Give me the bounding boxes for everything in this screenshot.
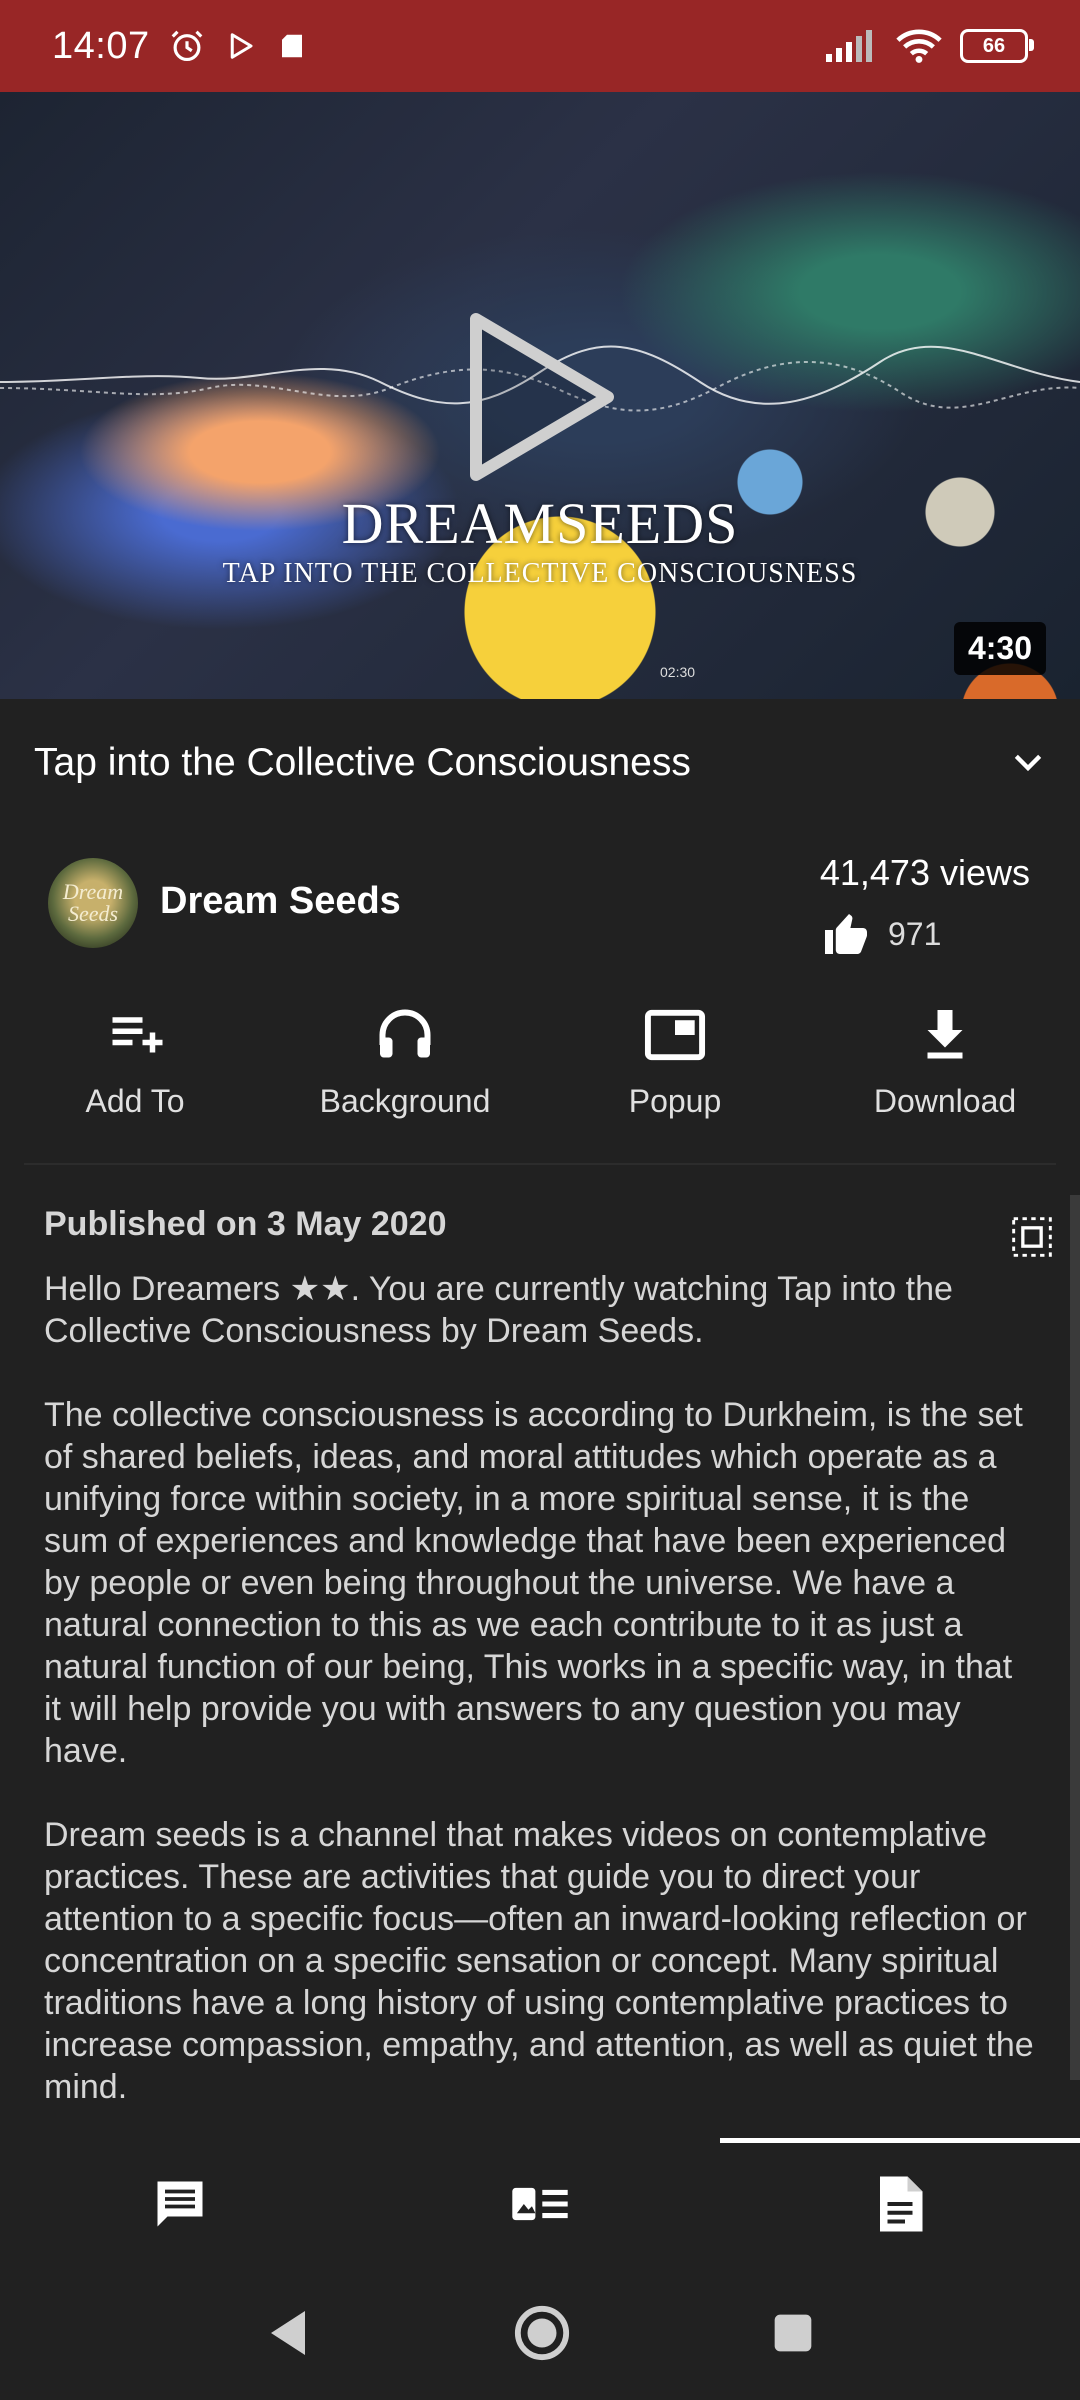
publish-date: Published on 3 May 2020: [44, 1205, 447, 1243]
background-label: Background: [319, 1083, 491, 1119]
channel-name[interactable]: Dream Seeds: [160, 880, 401, 923]
playlist-add-icon: [112, 1017, 163, 1053]
chevron-down-icon[interactable]: [1008, 743, 1048, 783]
tab-comments[interactable]: [0, 2174, 360, 2234]
tab-related[interactable]: [360, 2182, 720, 2226]
headphones-icon: [379, 1009, 431, 1058]
video-overlay-timestamp: 02:30: [660, 664, 696, 680]
channel-row: Dream Seeds Dream Seeds 41,473 views 971: [0, 840, 1080, 980]
action-bar: Add To Background Popup Download: [0, 1005, 1080, 1165]
home-icon[interactable]: [513, 2304, 571, 2362]
description-paragraph: Dream seeds is a channel that makes vide…: [44, 1816, 1034, 2106]
card-icon: [281, 34, 302, 58]
thumbs-up-icon: [825, 914, 867, 954]
wifi-icon: [896, 29, 942, 63]
battery-level: 66: [982, 34, 1006, 57]
video-title-row[interactable]: Tap into the Collective Consciousness: [0, 699, 1080, 827]
popup-button[interactable]: Popup: [540, 1005, 810, 1165]
background-button[interactable]: Background: [270, 1005, 540, 1165]
related-items-icon: [512, 2187, 568, 2221]
video-overlay-title: DREAMSEEDS: [341, 491, 739, 556]
tab-description[interactable]: [720, 2174, 1080, 2234]
signal-icon: [826, 30, 872, 62]
add-to-button[interactable]: Add To: [0, 1005, 270, 1165]
play-icon[interactable]: [462, 307, 622, 487]
download-button[interactable]: Download: [810, 1005, 1080, 1165]
duration-badge: 4:30: [953, 622, 1046, 675]
avatar[interactable]: Dream Seeds: [48, 858, 138, 948]
alarm-icon: [171, 30, 202, 62]
battery-icon: 66: [960, 29, 1034, 63]
system-nav-bar: [0, 2265, 1080, 2400]
popup-icon: [644, 1009, 706, 1061]
video-player[interactable]: DREAMSEEDS TAP INTO THE COLLECTIVE CONSC…: [0, 92, 1080, 699]
video-title: Tap into the Collective Consciousness: [34, 741, 691, 784]
comments-icon: [157, 2181, 203, 2227]
description-paragraph: Hello Dreamers ★★. You are currently wat…: [44, 1270, 953, 1350]
status-time: 14:07: [52, 24, 150, 67]
status-bar: 14:07 66: [0, 0, 1080, 92]
bottom-tab-bar: [0, 2143, 1080, 2265]
description-section: Published on 3 May 2020 Hello Dreamers ★…: [44, 1205, 1052, 2168]
description-paragraph: The collective consciousness is accordin…: [44, 1396, 1023, 1770]
back-icon[interactable]: [265, 2307, 313, 2359]
scrollbar[interactable]: [1070, 1195, 1080, 2080]
download-label: Download: [873, 1083, 1017, 1119]
divider: [24, 1163, 1056, 1165]
download-icon: [927, 1010, 963, 1059]
description-text: Hello Dreamers ★★. You are currently wat…: [44, 1268, 1034, 2168]
description-icon: [880, 2176, 923, 2232]
add-to-label: Add To: [85, 1083, 185, 1119]
like-count: 971: [888, 915, 942, 952]
video-overlay-subtitle: TAP INTO THE COLLECTIVE CONSCIOUSNESS: [222, 558, 858, 589]
play-store-icon: [230, 33, 253, 59]
view-count: 41,473 views: [819, 852, 1030, 893]
likes: 971: [822, 912, 941, 956]
popup-label: Popup: [628, 1083, 722, 1119]
select-text-icon[interactable]: [1010, 1215, 1054, 1259]
recents-icon[interactable]: [771, 2311, 815, 2355]
